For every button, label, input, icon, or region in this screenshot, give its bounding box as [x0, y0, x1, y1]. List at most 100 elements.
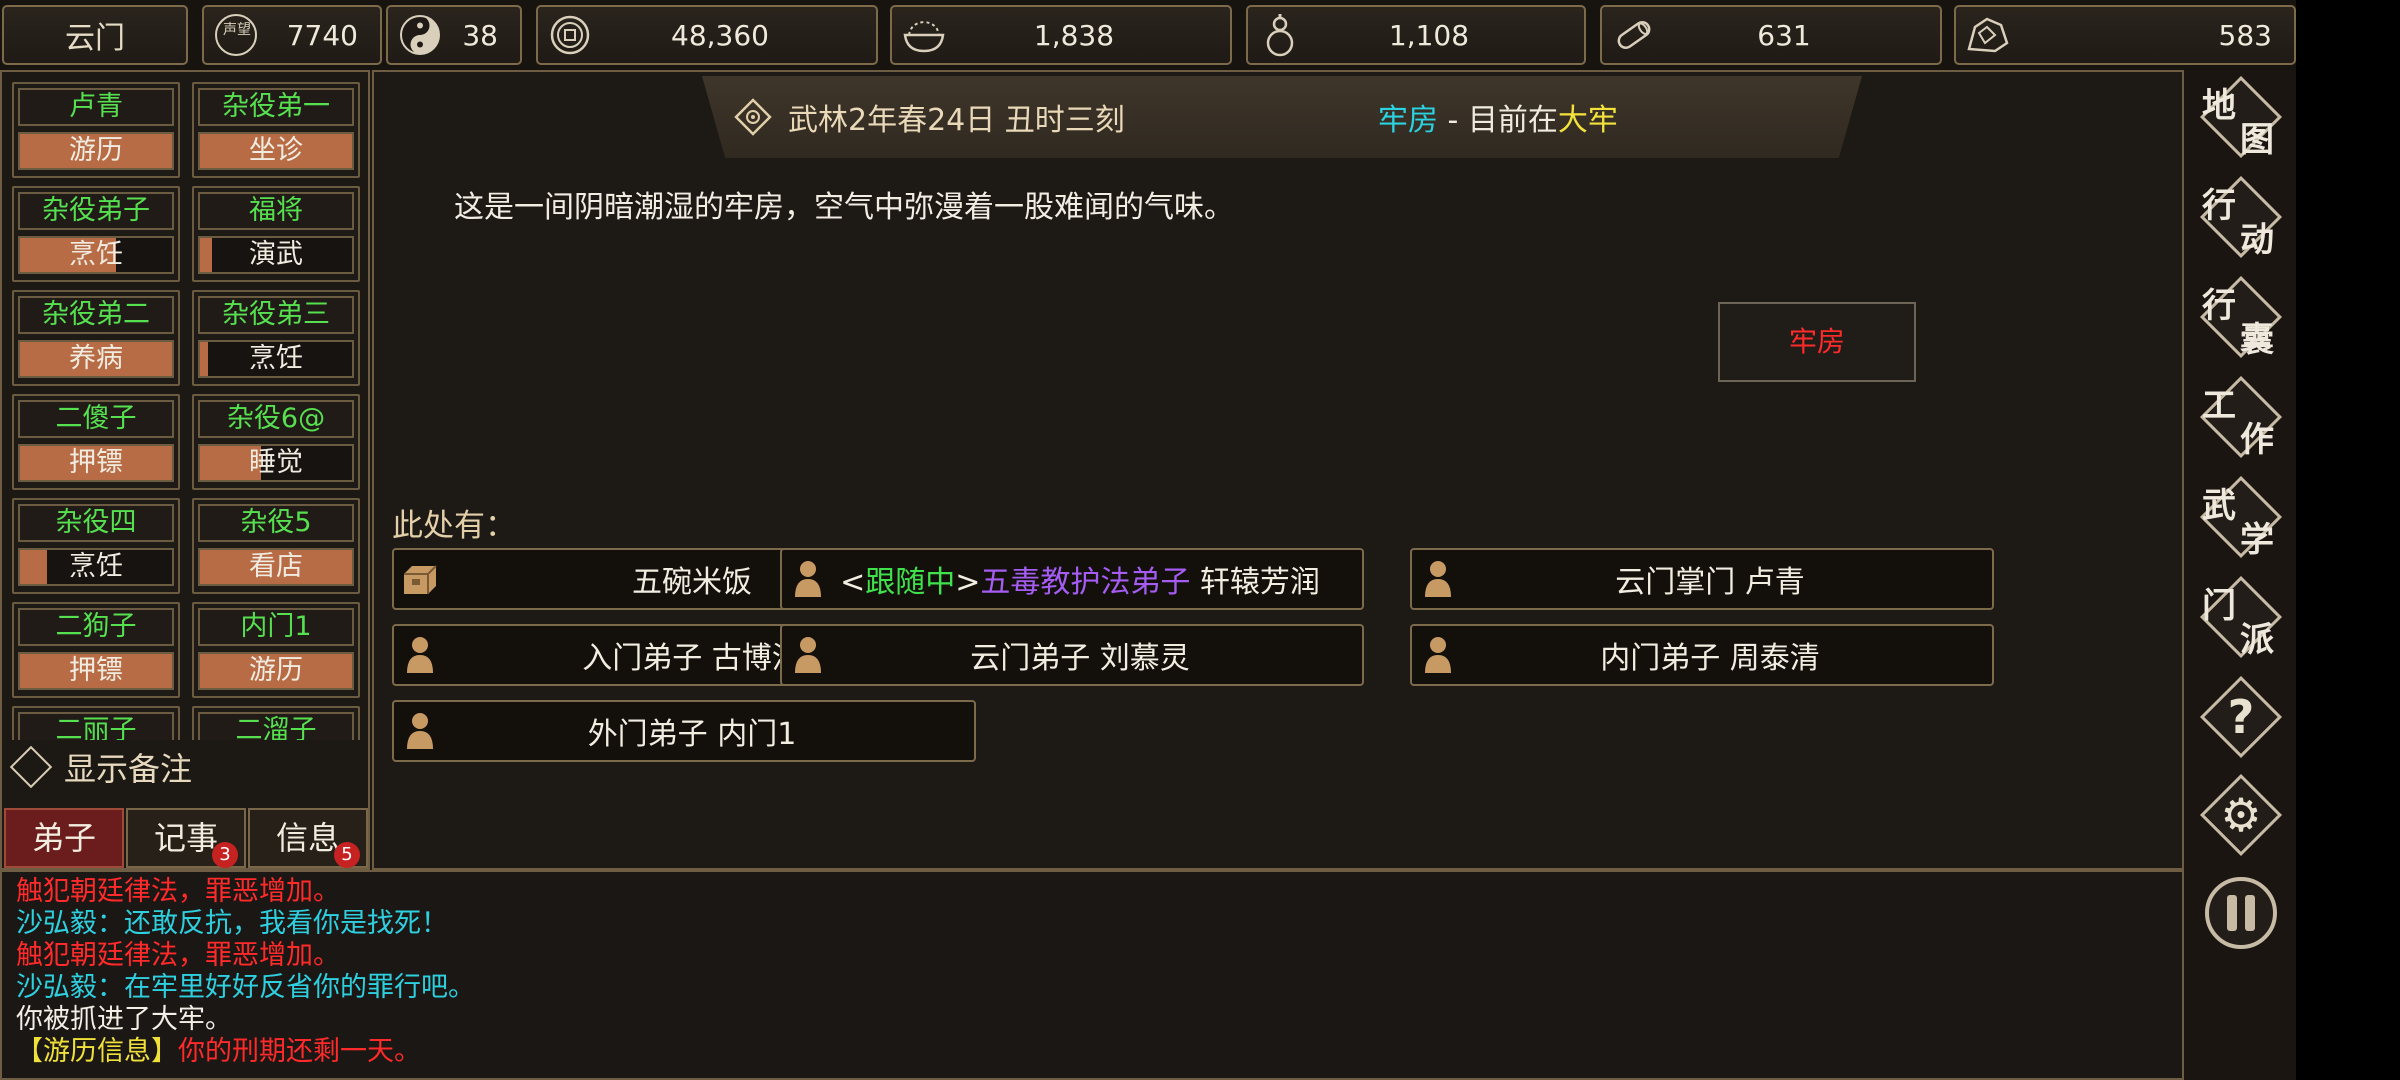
coins-value: 48,360	[671, 18, 769, 52]
task-label: 押镖	[69, 447, 123, 478]
map-label-2: 图	[2240, 120, 2274, 160]
sect-label-1: 门	[2202, 586, 2236, 626]
wood-resource[interactable]: 631	[1600, 5, 1942, 65]
disciple-name: 二丽子	[18, 712, 174, 740]
time-compass-icon	[732, 96, 774, 138]
action-label-2: 动	[2240, 220, 2274, 260]
wood-value: 631	[1757, 18, 1811, 52]
person-name: 轩辕芳润	[1190, 565, 1320, 600]
disciple-card[interactable]: 杂役5 看店	[192, 498, 360, 594]
disciple-card[interactable]: 二狗子 押镖	[12, 602, 180, 698]
tab-disciples-label: 弟子	[31, 819, 96, 857]
current-location: 牢房 - 目前在大牢	[1378, 95, 1618, 139]
fame-icon: 声望	[212, 11, 260, 59]
sect-button[interactable]: 门派	[2196, 572, 2286, 662]
map-button[interactable]: 地图	[2196, 72, 2286, 162]
location-prefix: 目前在	[1467, 103, 1558, 138]
entity-label: 外门弟子 内门1	[587, 717, 797, 752]
disciple-name: 二傻子	[18, 400, 174, 438]
morality-resource[interactable]: 38	[386, 5, 522, 65]
task-label: 看店	[249, 551, 303, 582]
disciple-card[interactable]: 二丽子	[12, 706, 180, 740]
disciple-task: 养病	[18, 340, 174, 378]
stone-value: 583	[2218, 18, 2272, 52]
game-screen: 云门 声望 7740 38 48,360 1,838 1,108 631 583…	[0, 0, 2296, 1080]
message-log[interactable]: 触犯朝廷律法，罪恶增加。 沙弘毅：还敢反抗，我看你是找死！ 触犯朝廷律法，罪恶增…	[0, 870, 2184, 1080]
disciple-name: 卢青	[18, 88, 174, 126]
disciple-task: 看店	[198, 548, 354, 586]
sect-name-box[interactable]: 云门	[2, 5, 188, 65]
disciple-name: 内门1	[198, 608, 354, 646]
disciple-name: 福将	[198, 192, 354, 230]
log-line: 触犯朝廷律法，罪恶增加。	[16, 876, 340, 907]
disciple-card[interactable]: 卢青 游历	[12, 82, 180, 178]
yin-yang-icon	[396, 11, 444, 59]
task-label: 游历	[69, 135, 123, 166]
disciple-name: 杂役弟二	[18, 296, 174, 334]
settings-button[interactable]: ⚙	[2196, 770, 2286, 860]
location-separator: -	[1438, 103, 1468, 138]
location-banner: 武林2年春24日 丑时三刻 牢房 - 目前在大牢	[702, 76, 1862, 158]
disciple-card[interactable]: 杂役弟三 烹饪	[192, 290, 360, 386]
show-remark-toggle[interactable]: 显示备注	[9, 744, 192, 790]
entity-person[interactable]: 内门弟子 周泰清	[1410, 624, 1994, 686]
entity-person[interactable]: 外门弟子 内门1	[392, 700, 976, 762]
log-line: 【游历信息】你的刑期还剩一天。	[16, 1036, 2168, 1068]
task-label: 游历	[249, 655, 303, 686]
disciple-name: 杂役弟一	[198, 88, 354, 126]
food-resource[interactable]: 1,838	[890, 5, 1232, 65]
coins-resource[interactable]: 48,360	[536, 5, 878, 65]
entity-person[interactable]: 云门弟子 刘慕灵	[780, 624, 1364, 686]
work-button[interactable]: 工作	[2196, 372, 2286, 462]
checkbox-diamond-icon[interactable]	[9, 745, 53, 789]
disciple-card[interactable]: 杂役弟二 养病	[12, 290, 180, 386]
log-tag: 【游历信息】	[16, 1036, 178, 1067]
entity-label: 云门掌门 卢青	[1615, 565, 1805, 600]
location-name: 大牢	[1557, 103, 1618, 138]
disciple-card[interactable]: 杂役四 烹饪	[12, 498, 180, 594]
tab-journal[interactable]: 记事 3	[126, 808, 246, 868]
game-date: 武林2年春24日 丑时三刻	[788, 103, 1125, 138]
task-progress-fill	[20, 550, 48, 584]
tab-disciples[interactable]: 弟子	[4, 808, 124, 868]
disciple-card[interactable]: 杂役弟子 烹饪	[12, 186, 180, 282]
tab-info[interactable]: 信息 5	[248, 808, 368, 868]
medicine-resource[interactable]: 1,108	[1246, 5, 1586, 65]
svg-text:声望: 声望	[223, 22, 251, 38]
task-progress-fill	[200, 342, 208, 376]
disciple-name: 杂役弟子	[18, 192, 174, 230]
location-view: 武林2年春24日 丑时三刻 牢房 - 目前在大牢 这是一间阴暗潮湿的牢房，空气中…	[372, 70, 2184, 870]
pause-button[interactable]	[2196, 868, 2286, 958]
stone-resource[interactable]: 583	[1954, 5, 2296, 65]
entity-person[interactable]: <跟随中>五毒教护法弟子 轩辕芳润	[780, 548, 1364, 610]
following-status: 跟随中	[865, 565, 956, 600]
inventory-button[interactable]: 行囊	[2196, 272, 2286, 362]
disciple-card[interactable]: 内门1 游历	[192, 602, 360, 698]
disciple-card[interactable]: 二溜子	[192, 706, 360, 740]
disciple-card[interactable]: 杂役6@ 睡觉	[192, 394, 360, 490]
disciple-task: 演武	[198, 236, 354, 274]
fame-resource[interactable]: 声望 7740	[202, 5, 382, 65]
disciple-card[interactable]: 二傻子 押镖	[12, 394, 180, 490]
disciple-task: 游历	[18, 132, 174, 170]
rice-bowl-icon	[900, 11, 948, 59]
task-label: 烹饪	[69, 239, 123, 270]
disciple-name: 杂役5	[198, 504, 354, 542]
task-label: 养病	[69, 343, 123, 374]
disciple-name: 二狗子	[18, 608, 174, 646]
entity-person[interactable]: 云门掌门 卢青	[1410, 548, 1994, 610]
tab-info-label: 信息	[275, 819, 340, 857]
map-label-1: 地	[2202, 86, 2236, 126]
disciple-name: 杂役四	[18, 504, 174, 542]
task-label: 烹饪	[69, 551, 123, 582]
faction-name: 五毒教护法弟子	[980, 565, 1191, 600]
help-button[interactable]: ?	[2196, 672, 2286, 762]
resource-bar: 云门 声望 7740 38 48,360 1,838 1,108 631 583	[0, 0, 2296, 70]
person-icon	[1418, 554, 1458, 604]
room-map-button[interactable]: 牢房	[1718, 302, 1916, 382]
martial-arts-button[interactable]: 武学	[2196, 472, 2286, 562]
disciple-card[interactable]: 福将 演武	[192, 186, 360, 282]
disciple-task: 坐诊	[198, 132, 354, 170]
action-button[interactable]: 行动	[2196, 172, 2286, 262]
disciple-card[interactable]: 杂役弟一 坐诊	[192, 82, 360, 178]
